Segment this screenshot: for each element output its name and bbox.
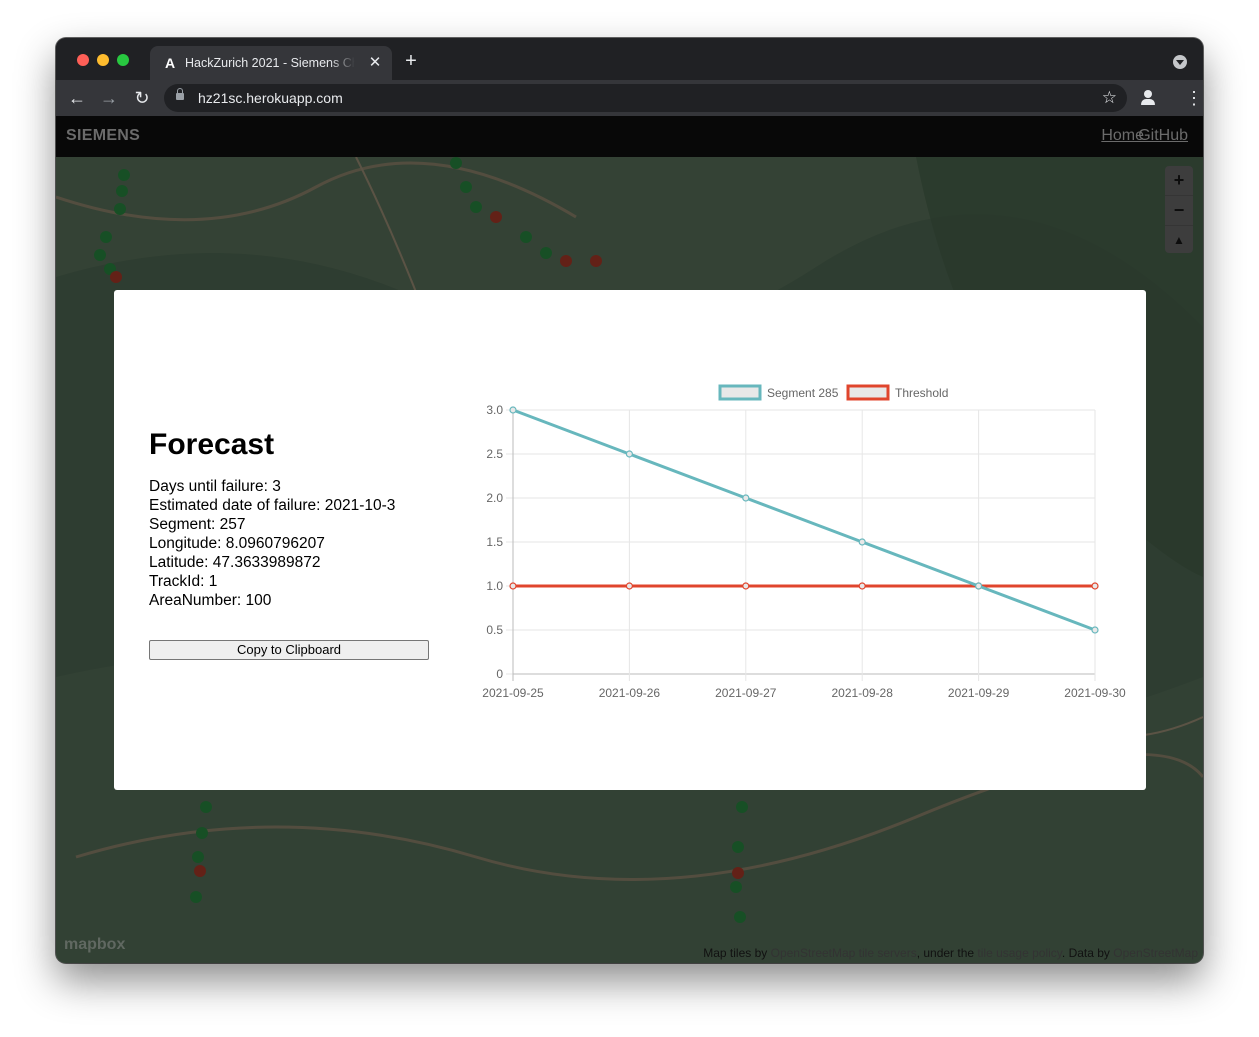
- url-text[interactable]: hz21sc.herokuapp.com: [198, 90, 343, 106]
- maximize-window-button[interactable]: [117, 54, 129, 66]
- attribution-link-osm[interactable]: OpenStreetMap: [1113, 946, 1198, 960]
- days-until-failure: Days until failure: 3: [149, 478, 281, 495]
- tab-title: HackZurich 2021 - Siemens Ch: [185, 56, 355, 70]
- site-navbar: SIEMENS Home GitHub: [56, 116, 1203, 157]
- x-tick-label: 2021-09-26: [599, 686, 661, 700]
- mapbox-logo[interactable]: mapbox: [64, 936, 125, 954]
- x-tick-label: 2021-09-27: [715, 686, 777, 700]
- legend-swatch-1: [846, 384, 890, 401]
- forward-icon[interactable]: →: [99, 88, 119, 108]
- data-point-1: [509, 582, 517, 590]
- legend-label-1: Threshold: [895, 386, 948, 400]
- estimated-failure-date: Estimated date of failure: 2021-10-3: [149, 497, 396, 514]
- site-brand[interactable]: SIEMENS: [66, 127, 140, 145]
- minimize-window-button[interactable]: [97, 54, 109, 66]
- segment-info: Segment: 257: [149, 516, 246, 533]
- data-point-1: [1091, 582, 1099, 590]
- attribution-link-tiles[interactable]: OpenStreetMap tile servers: [771, 946, 917, 960]
- reload-icon[interactable]: ↻: [132, 88, 152, 108]
- y-tick-label: 0.5: [486, 623, 503, 637]
- x-tick-label: 2021-09-25: [482, 686, 544, 700]
- y-tick-label: 3.0: [486, 403, 503, 417]
- close-window-button[interactable]: [77, 54, 89, 66]
- data-point-0: [742, 494, 750, 502]
- data-point-0: [509, 406, 517, 414]
- legend-swatch-0: [718, 384, 762, 401]
- browser-window: A HackZurich 2021 - Siemens Ch ✕ + ← → ↻…: [56, 38, 1203, 963]
- data-point-1: [742, 582, 750, 590]
- data-point-1: [625, 582, 633, 590]
- data-point-0: [1091, 626, 1099, 634]
- forecast-chart: 0 0.5 1.0 1.5 2.0 2.5 3.0 2021-09-25 2021-09-26 2…: [482, 384, 1126, 700]
- close-tab-icon[interactable]: ✕: [366, 54, 384, 72]
- map-attribution: Map tiles by OpenStreetMap tile servers,…: [703, 946, 1198, 960]
- legend-label-0: Segment 285: [767, 386, 839, 400]
- series-line-0: [512, 408, 1096, 632]
- data-point-0: [625, 450, 633, 458]
- page-content: SIEMENS Home GitHub mapbox Map tiles by …: [56, 116, 1203, 963]
- attribution-link-policy[interactable]: tile usage policy: [977, 946, 1062, 960]
- latitude-info: Latitude: 47.3633989872: [149, 554, 321, 571]
- bookmark-star-icon[interactable]: ☆: [1102, 88, 1117, 108]
- browser-toolbar: ← → ↻ hz21sc.herokuapp.com ☆ ⋮: [56, 80, 1203, 116]
- longitude-info: Longitude: 8.0960796207: [149, 535, 325, 552]
- forecast-modal: Forecast Days until failure: 3 Estimated…: [114, 290, 1146, 790]
- account-icon[interactable]: [1138, 88, 1158, 108]
- browser-tab[interactable]: A HackZurich 2021 - Siemens Ch ✕: [150, 46, 392, 80]
- y-tick-label: 2.5: [486, 447, 503, 461]
- lock-icon[interactable]: [176, 88, 184, 100]
- y-tick-label: 1.5: [486, 535, 503, 549]
- tab-strip: A HackZurich 2021 - Siemens Ch ✕ +: [56, 38, 1203, 80]
- x-tick-label: 2021-09-30: [1064, 686, 1126, 700]
- menu-kebab-icon[interactable]: ⋮: [1185, 88, 1203, 108]
- favicon-icon: A: [164, 55, 176, 71]
- x-tick-label: 2021-09-29: [948, 686, 1010, 700]
- forecast-title: Forecast: [149, 428, 275, 461]
- copy-to-clipboard-button[interactable]: Copy to Clipboard: [149, 640, 429, 660]
- tab-search-icon[interactable]: [1173, 55, 1187, 69]
- nav-link-github[interactable]: GitHub: [1138, 127, 1188, 145]
- new-tab-icon[interactable]: +: [401, 51, 421, 71]
- address-bar[interactable]: hz21sc.herokuapp.com ☆: [164, 84, 1127, 112]
- data-point-0: [858, 538, 866, 546]
- x-tick-label: 2021-09-28: [832, 686, 894, 700]
- data-point-1: [858, 582, 866, 590]
- y-tick-label: 1.0: [486, 579, 503, 593]
- area-number-info: AreaNumber: 100: [149, 592, 272, 609]
- back-icon[interactable]: ←: [67, 88, 87, 108]
- y-tick-label: 0: [496, 667, 503, 681]
- data-point-0: [974, 582, 983, 590]
- y-tick-label: 2.0: [486, 491, 503, 505]
- track-id-info: TrackId: 1: [149, 573, 218, 590]
